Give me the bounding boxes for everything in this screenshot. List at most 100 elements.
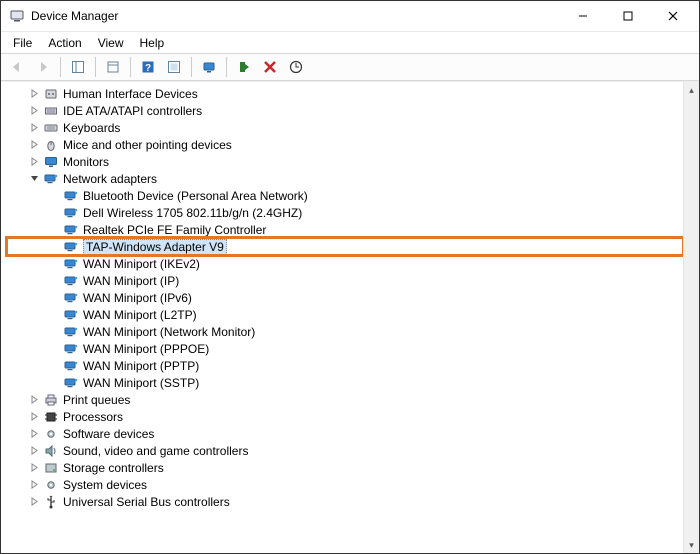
chevron-down-icon[interactable] [27,172,41,186]
svg-text:?: ? [145,63,151,74]
network-adapter-icon [63,239,79,255]
properties-button[interactable] [101,55,125,79]
tree-node-network-child[interactable]: Realtek PCIe FE Family Controller [7,221,683,238]
tree-node-software-devices[interactable]: Software devices [7,425,683,442]
tree-node-keyboards[interactable]: Keyboards [7,119,683,136]
toolbar: ? [1,53,699,81]
tree-node-label: Universal Serial Bus controllers [63,495,230,509]
network-adapter-icon [63,256,79,272]
tree-node-network-child[interactable]: WAN Miniport (SSTP) [7,374,683,391]
tree-node-label: Print queues [63,393,130,407]
scroll-down-icon[interactable]: ▾ [684,537,700,553]
ide-ata-atapi-icon [43,103,59,119]
menu-file[interactable]: File [7,34,42,52]
tree-node-monitors[interactable]: Monitors [7,153,683,170]
chevron-right-icon[interactable] [27,444,41,458]
software-devices-icon [43,426,59,442]
tree-node-label: Software devices [63,427,154,441]
update-driver-button[interactable] [284,55,308,79]
chevron-right-icon[interactable] [27,138,41,152]
chevron-right-icon[interactable] [27,121,41,135]
tree-node-label: WAN Miniport (SSTP) [83,376,199,390]
tree-node-network-child[interactable]: WAN Miniport (PPPOE) [7,340,683,357]
window-controls [560,1,695,31]
tree-node-label: WAN Miniport (PPPOE) [83,342,209,356]
toolbar-separator [191,57,192,77]
print-queues-icon [43,392,59,408]
menu-view[interactable]: View [92,34,134,52]
chevron-right-icon[interactable] [27,155,41,169]
network-adapter-icon [63,205,79,221]
network-adapter-icon [63,188,79,204]
enable-device-button[interactable] [232,55,256,79]
tree-node-network-child[interactable]: WAN Miniport (L2TP) [7,306,683,323]
processors-icon [43,409,59,425]
tree-node-network-child[interactable]: WAN Miniport (IP) [7,272,683,289]
menu-help[interactable]: Help [134,34,175,52]
help-button[interactable]: ? [136,55,160,79]
tree-node-label: Network adapters [63,172,157,186]
maximize-button[interactable] [605,1,650,31]
titlebar: Device Manager [1,1,699,31]
tree-node-label: WAN Miniport (Network Monitor) [83,325,255,339]
toolbar-separator [130,57,131,77]
system-devices-icon [43,477,59,493]
chevron-right-icon[interactable] [27,495,41,509]
network-adapter-icon [63,375,79,391]
tree-node-network-child[interactable]: WAN Miniport (PPTP) [7,357,683,374]
chevron-right-icon[interactable] [27,104,41,118]
tree-node-usb-controllers[interactable]: Universal Serial Bus controllers [7,493,683,510]
network-adapter-icon [63,273,79,289]
chevron-right-icon[interactable] [27,427,41,441]
uninstall-device-button[interactable] [258,55,282,79]
human-interface-devices-icon [43,86,59,102]
tree-node-system-devices[interactable]: System devices [7,476,683,493]
tree-node-label: TAP-Windows Adapter V9 [83,239,227,255]
scroll-up-icon[interactable]: ▴ [684,82,700,98]
close-button[interactable] [650,1,695,31]
device-tree[interactable]: Human Interface DevicesIDE ATA/ATAPI con… [1,82,683,553]
storage-controllers-icon [43,460,59,476]
window-title: Device Manager [31,9,560,23]
tree-node-sound-video-game[interactable]: Sound, video and game controllers [7,442,683,459]
usb-controllers-icon [43,494,59,510]
tree-node-label: Monitors [63,155,109,169]
tree-node-label: System devices [63,478,147,492]
back-button[interactable] [5,55,29,79]
action-button[interactable] [162,55,186,79]
scan-hardware-button[interactable] [197,55,221,79]
tree-node-print-queues[interactable]: Print queues [7,391,683,408]
sound-video-game-icon [43,443,59,459]
chevron-right-icon[interactable] [27,393,41,407]
tree-node-storage-controllers[interactable]: Storage controllers [7,459,683,476]
tree-node-network-child[interactable]: WAN Miniport (IPv6) [7,289,683,306]
tree-node-human-interface-devices[interactable]: Human Interface Devices [7,85,683,102]
tree-node-network-child[interactable]: TAP-Windows Adapter V9 [7,238,683,255]
tree-node-label: Mice and other pointing devices [63,138,232,152]
tree-node-mice-pointing[interactable]: Mice and other pointing devices [7,136,683,153]
chevron-right-icon[interactable] [27,478,41,492]
toolbar-separator [95,57,96,77]
tree-node-network-child[interactable]: Dell Wireless 1705 802.11b/g/n (2.4GHZ) [7,204,683,221]
tree-node-label: WAN Miniport (IKEv2) [83,257,200,271]
forward-button[interactable] [31,55,55,79]
minimize-button[interactable] [560,1,605,31]
tree-node-processors[interactable]: Processors [7,408,683,425]
tree-node-network-child[interactable]: WAN Miniport (Network Monitor) [7,323,683,340]
tree-node-network-child[interactable]: Bluetooth Device (Personal Area Network) [7,187,683,204]
chevron-right-icon[interactable] [27,461,41,475]
chevron-right-icon[interactable] [27,410,41,424]
tree-node-label: Dell Wireless 1705 802.11b/g/n (2.4GHZ) [83,206,302,220]
show-hide-tree-button[interactable] [66,55,90,79]
network-adapter-icon [63,324,79,340]
tree-node-network-child[interactable]: WAN Miniport (IKEv2) [7,255,683,272]
chevron-right-icon[interactable] [27,87,41,101]
tree-node-label: Processors [63,410,123,424]
tree-node-network-adapters[interactable]: Network adapters [7,170,683,187]
tree-node-label: Keyboards [63,121,120,135]
vertical-scrollbar[interactable]: ▴ ▾ [683,82,699,553]
menu-action[interactable]: Action [42,34,91,52]
tree-node-ide-ata-atapi[interactable]: IDE ATA/ATAPI controllers [7,102,683,119]
network-adapter-icon [63,222,79,238]
tree-node-label: Sound, video and game controllers [63,444,248,458]
